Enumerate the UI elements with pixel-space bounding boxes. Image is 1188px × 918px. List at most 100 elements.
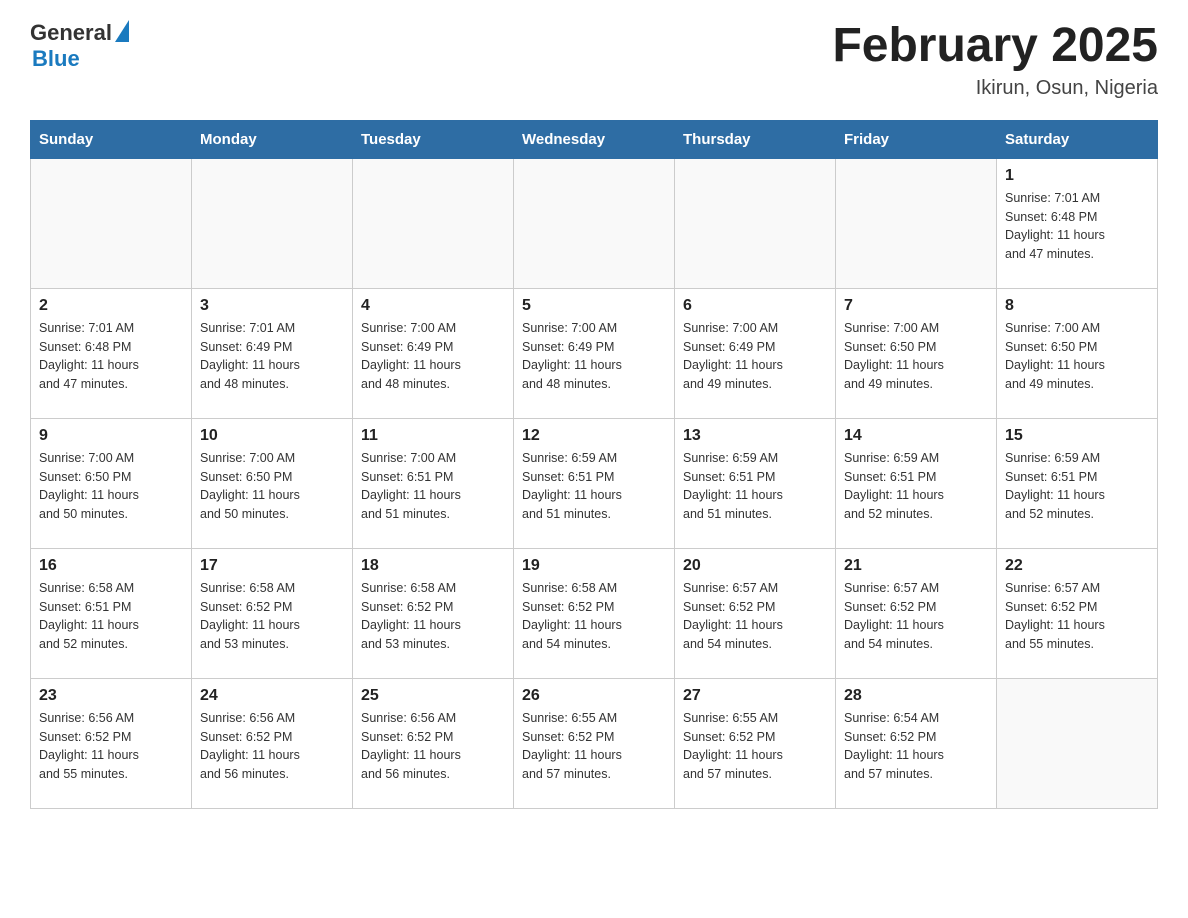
day-number: 6 [683,297,827,315]
calendar-week-row: 23 Sunrise: 6:56 AM Sunset: 6:52 PM Dayli… [31,678,1158,808]
day-number: 21 [844,557,988,575]
day-number: 26 [522,687,666,705]
day-number: 19 [522,557,666,575]
calendar-day-cell: 20Sunrise: 6:57 AM Sunset: 6:52 PM Dayli… [675,548,836,678]
day-number: 2 [39,297,183,315]
day-number: 10 [200,427,344,445]
day-info: Sunrise: 6:59 AM Sunset: 6:51 PM Dayligh… [1005,449,1149,524]
day-number: 15 [1005,427,1149,445]
calendar-day-cell: 26 Sunrise: 6:55 AM Sunset: 6:52 PM Dayli… [514,678,675,808]
day-info: Sunrise: 7:00 AM Sunset: 6:50 PM Dayligh… [1005,319,1149,394]
day-info: Sunrise: 7:00 AM Sunset: 6:50 PM Dayligh… [39,449,183,524]
day-info: Sunrise: 6:59 AM Sunset: 6:51 PM Dayligh… [522,449,666,524]
day-number: 1 [1005,167,1149,185]
logo-triangle-icon [115,20,129,42]
calendar-day-cell: 17 Sunrise: 6:58 AM Sunset: 6:52 PM Dayli… [192,548,353,678]
day-number: 3 [200,297,344,315]
calendar-day-cell: 23 Sunrise: 6:56 AM Sunset: 6:52 PM Dayli… [31,678,192,808]
calendar-day-cell: 16 Sunrise: 6:58 AM Sunset: 6:51 PM Dayli… [31,548,192,678]
calendar-day-cell: 13Sunrise: 6:59 AM Sunset: 6:51 PM Dayli… [675,418,836,548]
day-info: Sunrise: 7:00 AM Sunset: 6:49 PM Dayligh… [522,319,666,394]
calendar-day-cell: 15 Sunrise: 6:59 AM Sunset: 6:51 PM Dayli… [997,418,1158,548]
calendar-day-cell: 3 Sunrise: 7:01 AM Sunset: 6:49 PM Daylig… [192,288,353,418]
calendar-day-cell [192,158,353,288]
calendar-body: 1 Sunrise: 7:01 AM Sunset: 6:48 PM Daylig… [31,158,1158,808]
calendar-day-cell: 7 Sunrise: 7:00 AM Sunset: 6:50 PM Daylig… [836,288,997,418]
day-info: Sunrise: 7:00 AM Sunset: 6:49 PM Dayligh… [361,319,505,394]
day-info: Sunrise: 6:55 AM Sunset: 6:52 PM Dayligh… [522,709,666,784]
weekday-header-monday: Monday [192,120,353,158]
day-number: 5 [522,297,666,315]
title-section: February 2025 Ikirun, Osun, Nigeria [832,20,1158,100]
weekday-header-sunday: Sunday [31,120,192,158]
calendar-week-row: 16 Sunrise: 6:58 AM Sunset: 6:51 PM Dayli… [31,548,1158,678]
calendar-title: February 2025 [832,20,1158,73]
calendar-table: SundayMondayTuesdayWednesdayThursdayFrid… [30,120,1158,809]
calendar-day-cell: 25Sunrise: 6:56 AM Sunset: 6:52 PM Dayli… [353,678,514,808]
calendar-day-cell: 18 Sunrise: 6:58 AM Sunset: 6:52 PM Dayli… [353,548,514,678]
weekday-header-thursday: Thursday [675,120,836,158]
calendar-week-row: 9 Sunrise: 7:00 AM Sunset: 6:50 PM Daylig… [31,418,1158,548]
calendar-day-cell: 27Sunrise: 6:55 AM Sunset: 6:52 PM Dayli… [675,678,836,808]
day-info: Sunrise: 6:54 AM Sunset: 6:52 PM Dayligh… [844,709,988,784]
calendar-day-cell: 2 Sunrise: 7:01 AM Sunset: 6:48 PM Daylig… [31,288,192,418]
calendar-week-row: 1 Sunrise: 7:01 AM Sunset: 6:48 PM Daylig… [31,158,1158,288]
logo-general-text: General [30,20,112,46]
day-info: Sunrise: 6:56 AM Sunset: 6:52 PM Dayligh… [39,709,183,784]
day-number: 18 [361,557,505,575]
calendar-day-cell: 21 Sunrise: 6:57 AM Sunset: 6:52 PM Dayli… [836,548,997,678]
day-number: 20 [683,557,827,575]
calendar-day-cell [997,678,1158,808]
weekday-header-row: SundayMondayTuesdayWednesdayThursdayFrid… [31,120,1158,158]
calendar-header: SundayMondayTuesdayWednesdayThursdayFrid… [31,120,1158,158]
calendar-day-cell: 10 Sunrise: 7:00 AM Sunset: 6:50 PM Dayli… [192,418,353,548]
logo: General Blue [30,20,129,72]
calendar-day-cell: 11 Sunrise: 7:00 AM Sunset: 6:51 PM Dayli… [353,418,514,548]
day-info: Sunrise: 7:00 AM Sunset: 6:50 PM Dayligh… [844,319,988,394]
day-number: 28 [844,687,988,705]
day-info: Sunrise: 6:57 AM Sunset: 6:52 PM Dayligh… [844,579,988,654]
day-info: Sunrise: 6:58 AM Sunset: 6:51 PM Dayligh… [39,579,183,654]
day-info: Sunrise: 7:00 AM Sunset: 6:51 PM Dayligh… [361,449,505,524]
day-number: 11 [361,427,505,445]
calendar-day-cell: 12 Sunrise: 6:59 AM Sunset: 6:51 PM Dayli… [514,418,675,548]
weekday-header-tuesday: Tuesday [353,120,514,158]
day-info: Sunrise: 7:01 AM Sunset: 6:48 PM Dayligh… [39,319,183,394]
calendar-day-cell [353,158,514,288]
calendar-day-cell: 19 Sunrise: 6:58 AM Sunset: 6:52 PM Dayli… [514,548,675,678]
logo-blue-text: Blue [32,46,80,72]
day-info: Sunrise: 6:56 AM Sunset: 6:52 PM Dayligh… [361,709,505,784]
day-number: 9 [39,427,183,445]
calendar-day-cell: 6 Sunrise: 7:00 AM Sunset: 6:49 PM Daylig… [675,288,836,418]
day-info: Sunrise: 6:59 AM Sunset: 6:51 PM Dayligh… [844,449,988,524]
day-info: Sunrise: 6:58 AM Sunset: 6:52 PM Dayligh… [522,579,666,654]
calendar-day-cell: 22Sunrise: 6:57 AM Sunset: 6:52 PM Dayli… [997,548,1158,678]
calendar-day-cell: 14Sunrise: 6:59 AM Sunset: 6:51 PM Dayli… [836,418,997,548]
day-info: Sunrise: 6:58 AM Sunset: 6:52 PM Dayligh… [361,579,505,654]
day-number: 12 [522,427,666,445]
calendar-day-cell: 1 Sunrise: 7:01 AM Sunset: 6:48 PM Daylig… [997,158,1158,288]
day-info: Sunrise: 6:58 AM Sunset: 6:52 PM Dayligh… [200,579,344,654]
calendar-day-cell: 8 Sunrise: 7:00 AM Sunset: 6:50 PM Daylig… [997,288,1158,418]
day-number: 23 [39,687,183,705]
calendar-day-cell: 24Sunrise: 6:56 AM Sunset: 6:52 PM Dayli… [192,678,353,808]
day-number: 17 [200,557,344,575]
weekday-header-wednesday: Wednesday [514,120,675,158]
calendar-day-cell [675,158,836,288]
calendar-week-row: 2 Sunrise: 7:01 AM Sunset: 6:48 PM Daylig… [31,288,1158,418]
day-info: Sunrise: 7:00 AM Sunset: 6:50 PM Dayligh… [200,449,344,524]
calendar-day-cell [31,158,192,288]
day-info: Sunrise: 6:57 AM Sunset: 6:52 PM Dayligh… [1005,579,1149,654]
day-info: Sunrise: 7:00 AM Sunset: 6:49 PM Dayligh… [683,319,827,394]
day-number: 16 [39,557,183,575]
day-number: 27 [683,687,827,705]
calendar-subtitle: Ikirun, Osun, Nigeria [832,77,1158,100]
day-number: 8 [1005,297,1149,315]
day-info: Sunrise: 7:01 AM Sunset: 6:48 PM Dayligh… [1005,189,1149,264]
day-number: 24 [200,687,344,705]
day-info: Sunrise: 7:01 AM Sunset: 6:49 PM Dayligh… [200,319,344,394]
calendar-day-cell: 28 Sunrise: 6:54 AM Sunset: 6:52 PM Dayli… [836,678,997,808]
day-number: 7 [844,297,988,315]
calendar-day-cell [836,158,997,288]
calendar-day-cell: 9 Sunrise: 7:00 AM Sunset: 6:50 PM Daylig… [31,418,192,548]
